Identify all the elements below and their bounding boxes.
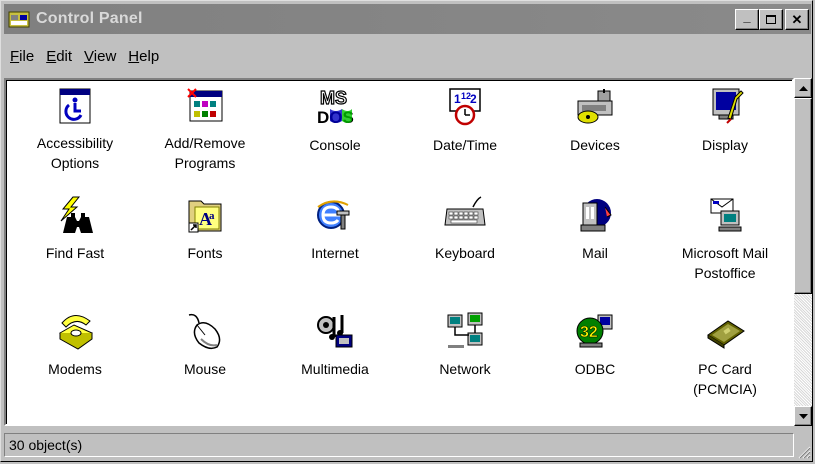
- find-fast-label: Find Fast: [45, 245, 105, 261]
- display-icon: [712, 88, 744, 124]
- multimedia-label: Multimedia: [301, 361, 369, 377]
- close-icon: ✕: [791, 12, 803, 27]
- internet-icon: [317, 200, 350, 230]
- console-ms-text: MS: [320, 88, 347, 108]
- control-panel-item-mail[interactable]: Mail: [535, 195, 655, 263]
- control-panel-icon: [8, 11, 30, 28]
- scroll-down-button[interactable]: [794, 406, 812, 426]
- title-bar[interactable]: Control Panel _ ✕: [4, 4, 811, 34]
- fonts-label: Fonts: [187, 245, 223, 261]
- mail-postoffice-icon: [710, 198, 742, 232]
- modems-icon: [58, 315, 94, 350]
- fonts-icon: A a: [188, 200, 222, 233]
- svg-text:2: 2: [470, 92, 477, 106]
- console-icon: MS DOS: [317, 87, 354, 127]
- control-panel-item-console[interactable]: MS DOS Console: [275, 87, 395, 155]
- control-panel-window: Control Panel _ ✕ File Edit View Help Ac…: [0, 0, 813, 462]
- control-panel-item-mail-postoffice[interactable]: Microsoft Mail Postoffice: [665, 195, 785, 283]
- window-title: Control Panel: [36, 10, 143, 27]
- arrow-up-icon: [798, 85, 808, 91]
- control-panel-item-keyboard[interactable]: Keyboard: [405, 195, 525, 263]
- resize-grip-icon[interactable]: [797, 445, 811, 459]
- internet-label: Internet: [311, 245, 359, 261]
- add-remove-programs-label: Add/Remove Programs: [164, 135, 246, 171]
- menu-edit-accel: E: [46, 47, 57, 65]
- add-remove-programs-icon: [187, 88, 223, 122]
- network-icon: [447, 312, 483, 348]
- control-panel-item-date-time[interactable]: 1 12 2 Date/Time: [405, 87, 525, 155]
- keyboard-label: Keyboard: [435, 245, 495, 261]
- menu-help-label: elp: [139, 47, 160, 65]
- odbc-icon: 32: [576, 314, 613, 348]
- mail-postoffice-label: Microsoft Mail Postoffice: [681, 245, 769, 281]
- control-panel-item-add-remove-programs[interactable]: Add/Remove Programs: [145, 87, 265, 173]
- menu-bar: File Edit View Help: [4, 36, 165, 76]
- menu-file-label: ile: [19, 47, 35, 65]
- arrow-down-icon: [798, 413, 808, 419]
- status-object-count: 30 object(s): [4, 433, 794, 457]
- menu-file-accel: F: [10, 47, 20, 65]
- menu-file[interactable]: File: [4, 48, 40, 65]
- control-panel-item-display[interactable]: Display: [665, 87, 785, 155]
- control-panel-item-network[interactable]: Network: [405, 311, 525, 379]
- modems-label: Modems: [48, 361, 102, 377]
- control-panel-item-accessibility[interactable]: Accessibility Options: [15, 87, 135, 173]
- control-panel-item-pc-card[interactable]: PC Card (PCMCIA): [665, 311, 785, 399]
- scroll-up-button[interactable]: [794, 78, 812, 98]
- console-label: Console: [309, 137, 361, 153]
- control-panel-item-find-fast[interactable]: Find Fast: [15, 195, 135, 263]
- devices-icon: [577, 89, 613, 124]
- odbc-label: ODBC: [574, 361, 616, 377]
- status-bar: 30 object(s): [4, 431, 811, 459]
- accessibility-icon: [59, 88, 91, 124]
- network-label: Network: [439, 361, 491, 377]
- mail-icon: [580, 199, 612, 232]
- mouse-icon: [188, 313, 221, 350]
- menu-view[interactable]: View: [78, 48, 122, 65]
- svg-text:a: a: [209, 210, 215, 222]
- mail-label: Mail: [582, 245, 608, 261]
- display-label: Display: [702, 137, 748, 153]
- maximize-icon: [766, 15, 776, 24]
- close-button[interactable]: ✕: [785, 9, 809, 30]
- menu-edit[interactable]: Edit: [40, 48, 78, 65]
- date-time-icon: 1 12 2: [449, 88, 481, 126]
- keyboard-icon: [444, 196, 486, 226]
- pc-card-label: PC Card (PCMCIA): [693, 361, 757, 397]
- maximize-button[interactable]: [759, 9, 783, 30]
- control-panel-item-fonts[interactable]: A a Fonts: [145, 195, 265, 263]
- control-panel-item-mouse[interactable]: Mouse: [145, 311, 265, 379]
- menu-view-label: iew: [93, 47, 117, 65]
- multimedia-icon: [317, 315, 353, 348]
- menu-edit-label: dit: [56, 47, 73, 65]
- accessibility-label: Accessibility Options: [36, 135, 114, 171]
- scroll-thumb[interactable]: [794, 98, 812, 294]
- control-panel-item-modems[interactable]: Modems: [15, 311, 135, 379]
- icon-view: Accessibility Options Add/Remove Program…: [4, 78, 794, 426]
- control-panel-item-devices[interactable]: Devices: [535, 87, 655, 155]
- control-panel-item-internet[interactable]: Internet: [275, 195, 395, 263]
- control-panel-item-odbc[interactable]: 32 ODBC: [535, 311, 655, 379]
- odbc-32-text: 32: [580, 324, 598, 341]
- find-fast-icon: [60, 196, 93, 233]
- svg-text:1: 1: [454, 92, 461, 106]
- minimize-icon: _: [743, 9, 751, 24]
- mouse-label: Mouse: [183, 361, 227, 377]
- date-time-label: Date/Time: [432, 137, 498, 153]
- control-panel-item-multimedia[interactable]: Multimedia: [275, 311, 395, 379]
- vertical-scrollbar[interactable]: [794, 78, 812, 426]
- pc-card-icon: [707, 320, 745, 349]
- minimize-button[interactable]: _: [735, 9, 759, 30]
- menu-view-accel: V: [84, 47, 94, 65]
- menu-help-accel: H: [128, 47, 140, 65]
- devices-label: Devices: [570, 137, 620, 153]
- menu-help[interactable]: Help: [122, 48, 165, 65]
